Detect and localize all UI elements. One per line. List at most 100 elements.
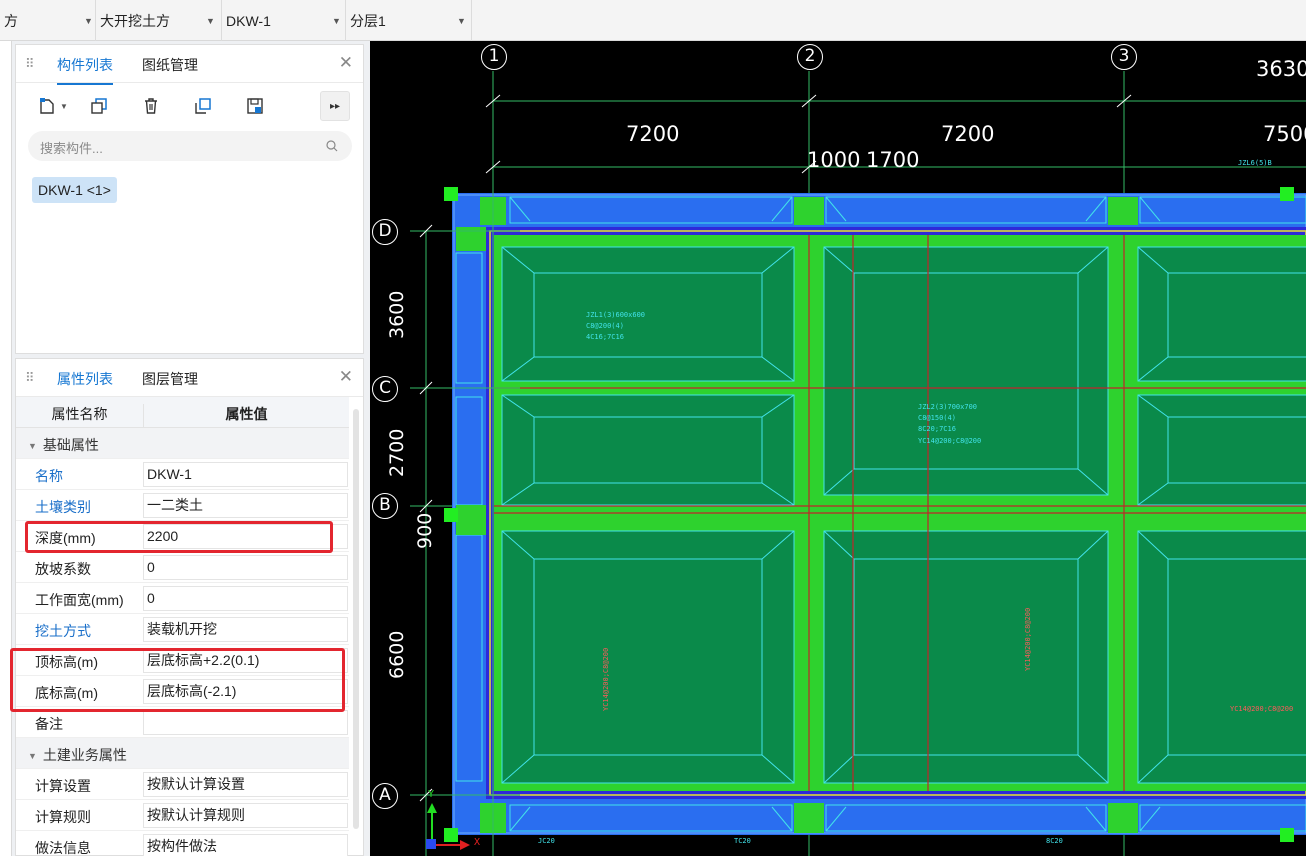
property-value-input[interactable]: 按构件做法 — [143, 834, 348, 856]
beam-annotation: JZL2(3)700x700 — [918, 403, 978, 411]
property-value-input[interactable]: DKW-1 — [143, 462, 348, 487]
drawing-canvas[interactable]: 1 2 3 D C B A 3630 7200 7200 7500 1000 1… — [370, 41, 1306, 856]
axis-bubble-b: B — [372, 493, 398, 519]
category-select[interactable]: 方 ▼ — [0, 0, 95, 41]
property-panel-header: ⠿ 属性列表 图层管理 ✕ — [16, 359, 363, 399]
column-header-name: 属性名称 — [51, 406, 108, 422]
property-name: 名称 — [35, 468, 63, 484]
property-value-input[interactable]: 装载机开挖 — [143, 617, 348, 642]
property-name: 工作面宽(mm) — [35, 592, 124, 608]
chevron-down-icon: ▼ — [84, 15, 93, 26]
property-value-input[interactable]: 层底标高+2.2(0.1) — [143, 648, 348, 673]
property-value-input[interactable] — [143, 710, 348, 735]
axis-bubble-a: A — [372, 783, 398, 809]
search-placeholder: 搜索构件... — [40, 141, 103, 156]
property-name: 放坡系数 — [35, 561, 91, 577]
property-name: 备注 — [35, 716, 63, 732]
dimension-text-vertical: 6600 — [386, 630, 408, 679]
beam-annotation: YC14@200;C8@200 — [1230, 705, 1294, 713]
chevron-down-icon: ▼ — [332, 15, 341, 26]
beam-annotation: C8@200(4) — [586, 322, 624, 330]
property-value-input[interactable]: 0 — [143, 586, 348, 611]
axis-bubble-d: D — [372, 219, 398, 245]
property-value-input[interactable]: 按默认计算设置 — [143, 772, 348, 797]
collapse-triangle-icon: ▼ — [28, 441, 37, 451]
property-name: 土壤类别 — [35, 499, 91, 515]
close-icon[interactable]: ✕ — [339, 53, 353, 73]
table-row: 备注 — [16, 707, 349, 738]
property-value-input[interactable]: 0 — [143, 555, 348, 580]
save-icon[interactable] — [240, 91, 270, 121]
dimension-text-vertical: 3600 — [386, 290, 408, 339]
copy-icon[interactable] — [84, 91, 114, 121]
group-civil-properties[interactable]: ▼ 土建业务属性 — [16, 738, 349, 769]
toolbar-divider — [471, 0, 472, 41]
table-row: 名称 DKW-1 — [16, 459, 349, 490]
element-type-select[interactable]: 大开挖土方 ▼ — [96, 0, 216, 41]
table-row: 做法信息 按构件做法 — [16, 831, 349, 856]
layer-copy-icon[interactable] — [188, 91, 218, 121]
delete-icon[interactable] — [136, 91, 166, 121]
table-row: 土壤类别 一二类土 — [16, 490, 349, 521]
ucs-x-label: X — [474, 837, 481, 848]
beam-annotation: JC20 — [538, 837, 555, 845]
table-row: 挖土方式 装载机开挖 — [16, 614, 349, 645]
layer-select-value: 分层1 — [350, 12, 386, 29]
axis-bubble-c: C — [372, 376, 398, 402]
component-item-dkw-1[interactable]: DKW-1 <1> — [32, 177, 117, 203]
group-label: 土建业务属性 — [42, 747, 127, 763]
dimension-text-vertical: 2700 — [386, 428, 408, 477]
property-list-panel: ⠿ 属性列表 图层管理 ✕ 属性名称 属性值 ▼ 基础属性 名称 DKW-1 土壤… — [15, 358, 364, 856]
beam-annotation: JZL6(5)B — [1238, 159, 1272, 167]
property-name: 深度(mm) — [35, 530, 96, 546]
tab-component-list[interactable]: 构件列表 — [57, 55, 113, 85]
drag-handle-icon[interactable]: ⠿ — [25, 370, 34, 386]
property-value-input[interactable]: 层底标高(-2.1) — [143, 679, 348, 704]
tab-drawing-management[interactable]: 图纸管理 — [142, 55, 198, 75]
dimension-text: 7500 — [1263, 122, 1306, 146]
property-name: 挖土方式 — [35, 623, 91, 639]
beam-annotation: YC14@200;C8@200 — [1024, 607, 1032, 671]
table-row: 工作面宽(mm) 0 — [16, 583, 349, 614]
property-name: 计算设置 — [35, 778, 91, 794]
property-value-input[interactable]: 2200 — [143, 524, 348, 549]
beam-annotation: 4C16;7C16 — [586, 333, 624, 341]
beam-annotation: 8C20;7C16 — [918, 425, 956, 433]
search-icon — [326, 140, 338, 152]
component-select-value: DKW-1 — [226, 12, 271, 29]
tab-property-list[interactable]: 属性列表 — [57, 369, 113, 399]
component-select[interactable]: DKW-1 ▼ — [222, 0, 342, 41]
drag-handle-icon[interactable]: ⠿ — [25, 56, 34, 72]
table-row: 顶标高(m) 层底标高+2.2(0.1) — [16, 645, 349, 676]
table-row: 计算设置 按默认计算设置 — [16, 769, 349, 800]
beam-annotation: YC14@200;C8@200 — [918, 437, 982, 445]
dimension-text: 1000 — [807, 148, 861, 172]
expand-icon[interactable]: ▸▸ — [320, 91, 350, 121]
property-table-header: 属性名称 属性值 — [16, 397, 349, 435]
dropdown-icon[interactable]: ▼ — [56, 91, 72, 121]
group-basic-properties[interactable]: ▼ 基础属性 — [16, 428, 349, 459]
property-value-input[interactable]: 按默认计算规则 — [143, 803, 348, 828]
collapse-triangle-icon: ▼ — [28, 751, 37, 761]
dimension-text: 7200 — [941, 122, 995, 146]
axis-bubble-2: 2 — [797, 44, 823, 70]
property-value-input[interactable]: 一二类土 — [143, 493, 348, 518]
property-name: 计算规则 — [35, 809, 91, 825]
property-name: 底标高(m) — [35, 685, 98, 701]
beam-annotation: TC20 — [734, 837, 751, 845]
search-input[interactable]: 搜索构件... — [28, 131, 352, 161]
element-type-value: 大开挖土方 — [100, 12, 170, 29]
beam-annotation: 8C20 — [1046, 837, 1063, 845]
tab-layer-management[interactable]: 图层管理 — [142, 369, 198, 389]
axis-bubble-1: 1 — [481, 44, 507, 70]
table-row: 底标高(m) 层底标高(-2.1) — [16, 676, 349, 707]
layer-select[interactable]: 分层1 ▼ — [346, 0, 471, 41]
component-toolbar: ▼ ▸▸ — [28, 91, 358, 121]
chevron-down-icon: ▼ — [206, 15, 215, 26]
dimension-text-vertical: 900 — [414, 512, 436, 549]
property-name: 做法信息 — [35, 840, 91, 856]
vertical-scrollbar[interactable] — [353, 409, 359, 829]
close-icon[interactable]: ✕ — [339, 367, 353, 387]
chevron-down-icon: ▼ — [457, 15, 466, 26]
dimension-text: 3630 — [1256, 57, 1306, 81]
